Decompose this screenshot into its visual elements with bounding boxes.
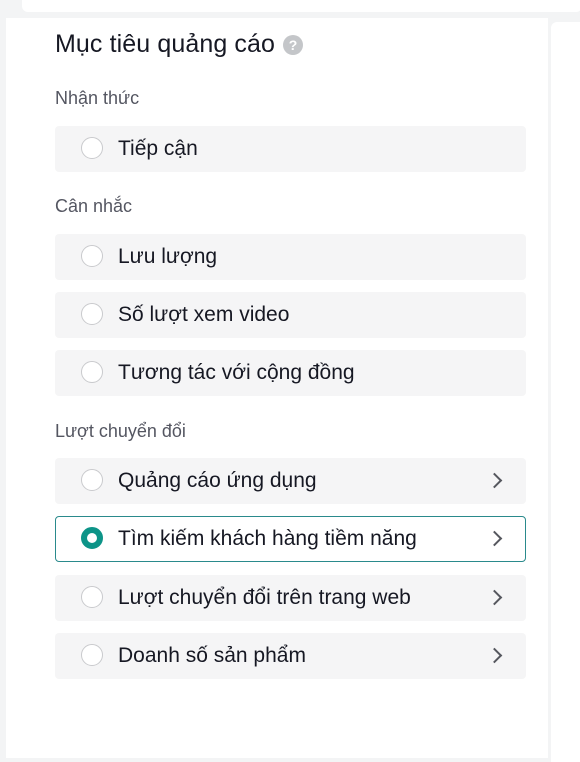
top-card bbox=[22, 0, 580, 12]
option-lead-generation[interactable]: Tìm kiếm khách hàng tiềm năng bbox=[55, 516, 526, 562]
option-label: Số lượt xem video bbox=[118, 303, 290, 326]
option-website-conversions[interactable]: Lượt chuyển đổi trên trang web bbox=[55, 575, 526, 621]
section-label-consideration: Cân nhắc bbox=[55, 196, 133, 216]
option-reach[interactable]: Tiếp cận bbox=[55, 126, 526, 172]
option-label: Lưu lượng bbox=[118, 245, 218, 268]
page-title: Mục tiêu quảng cáo bbox=[55, 29, 276, 58]
chevron-right-icon[interactable] bbox=[486, 647, 503, 664]
option-label: Quảng cáo ứng dụng bbox=[118, 469, 317, 492]
objective-panel: Mục tiêu quảng cáo ? Nhận thức Tiếp cận … bbox=[6, 18, 548, 758]
option-label: Doanh số sản phẩm bbox=[118, 644, 306, 667]
option-app-promotion[interactable]: Quảng cáo ứng dụng bbox=[55, 458, 526, 504]
option-label: Lượt chuyển đổi trên trang web bbox=[118, 586, 411, 609]
option-traffic[interactable]: Lưu lượng bbox=[55, 234, 526, 280]
option-product-sales[interactable]: Doanh số sản phẩm bbox=[55, 633, 526, 679]
radio-button-selected[interactable] bbox=[81, 527, 103, 549]
question-circle-icon[interactable]: ? bbox=[283, 35, 304, 55]
radio-button[interactable] bbox=[81, 137, 103, 159]
option-label: Tiếp cận bbox=[118, 137, 198, 160]
radio-button[interactable] bbox=[81, 644, 103, 666]
chevron-right-icon[interactable] bbox=[486, 472, 503, 489]
chevron-right-icon[interactable] bbox=[486, 530, 503, 547]
title-row: Mục tiêu quảng cáo ? bbox=[55, 29, 304, 58]
section-label-conversion: Lượt chuyển đổi bbox=[55, 421, 186, 441]
option-label: Tìm kiếm khách hàng tiềm năng bbox=[118, 527, 417, 550]
chevron-right-icon[interactable] bbox=[486, 589, 503, 606]
option-video-views[interactable]: Số lượt xem video bbox=[55, 292, 526, 338]
radio-button[interactable] bbox=[81, 303, 103, 325]
section-label-awareness: Nhận thức bbox=[55, 88, 140, 108]
radio-button[interactable] bbox=[81, 469, 103, 491]
radio-button[interactable] bbox=[81, 361, 103, 383]
option-label: Tương tác với cộng đồng bbox=[118, 361, 355, 384]
option-community-interaction[interactable]: Tương tác với cộng đồng bbox=[55, 350, 526, 396]
right-panel bbox=[551, 22, 580, 762]
radio-button[interactable] bbox=[81, 245, 103, 267]
radio-button[interactable] bbox=[81, 586, 103, 608]
